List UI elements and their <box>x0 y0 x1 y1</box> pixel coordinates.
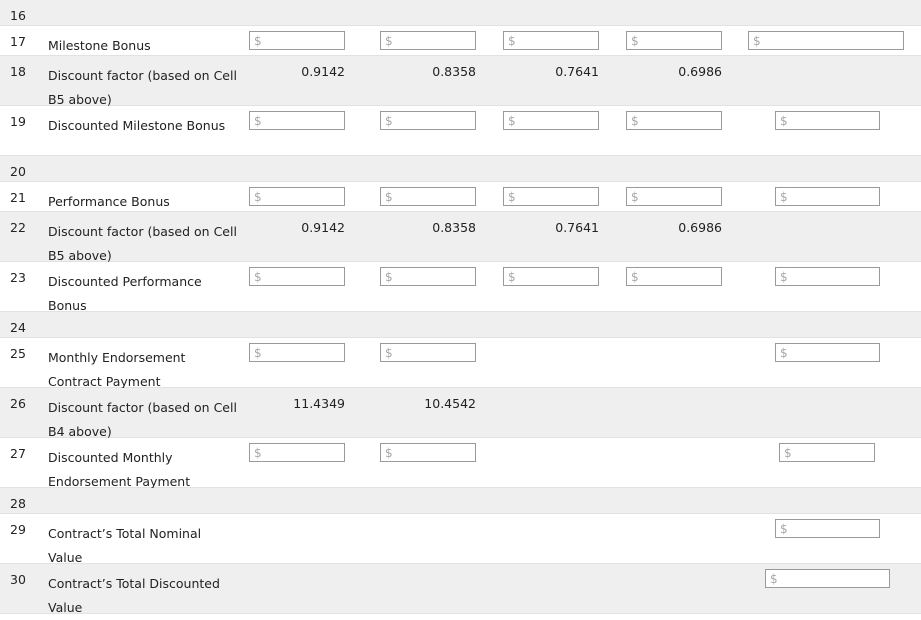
sheet-row: 21 Performance Bonus <box>0 182 921 212</box>
row-label: Discounted Monthly Endorsement Payment <box>48 450 191 489</box>
row-label: Performance Bonus <box>48 194 170 209</box>
sheet-row: 18 Discount factor (based on Cell B5 abov… <box>0 56 921 107</box>
currency-input[interactable] <box>503 187 599 206</box>
discount-factor-value: 0.6986 <box>678 220 722 235</box>
row-label: Discount factor (based on Cell B5 above) <box>48 224 237 263</box>
row-label: Contract’s Total Nominal Value <box>48 526 202 565</box>
sheet-row: 27 Discounted Monthly Endorsement Payment <box>0 438 921 489</box>
discount-factor-value: 0.7641 <box>555 64 599 79</box>
row-number: 27 <box>10 446 26 461</box>
row-label: Contract’s Total Discounted Value <box>48 576 220 615</box>
currency-input[interactable] <box>380 443 476 462</box>
currency-input[interactable] <box>380 31 476 50</box>
discount-factor-value: 0.9142 <box>301 220 345 235</box>
currency-input[interactable] <box>380 111 476 130</box>
row-label: Monthly Endorsement Contract Payment <box>48 350 186 389</box>
row-number: 17 <box>10 34 26 49</box>
sheet-row: 20 <box>0 156 921 182</box>
row-number: 16 <box>10 8 26 23</box>
currency-input[interactable] <box>249 267 345 286</box>
row-number: 20 <box>10 164 26 179</box>
currency-input[interactable] <box>775 111 880 130</box>
currency-input[interactable] <box>249 31 345 50</box>
discount-factor-value: 0.8358 <box>432 220 476 235</box>
currency-input[interactable] <box>775 187 880 206</box>
discount-factor-value: 11.4349 <box>293 396 345 411</box>
currency-input[interactable] <box>626 267 722 286</box>
sheet-row: 24 <box>0 312 921 338</box>
sheet-row: 16 <box>0 0 921 26</box>
currency-input[interactable] <box>249 187 345 206</box>
row-number: 30 <box>10 572 26 587</box>
row-number: 21 <box>10 190 26 205</box>
sheet-row: 28 <box>0 488 921 514</box>
currency-input[interactable] <box>775 267 880 286</box>
sheet-row: 22 Discount factor (based on Cell B5 abov… <box>0 212 921 263</box>
discount-factor-value: 10.4542 <box>424 396 476 411</box>
currency-input[interactable] <box>775 343 880 362</box>
row-number: 23 <box>10 270 26 285</box>
discount-factor-value: 0.9142 <box>301 64 345 79</box>
sheet-row: 23 Discounted Performance Bonus <box>0 262 921 313</box>
sheet-row: 17 Milestone Bonus <box>0 26 921 56</box>
discount-factor-value: 0.7641 <box>555 220 599 235</box>
currency-input[interactable] <box>249 111 345 130</box>
currency-input[interactable] <box>748 31 904 50</box>
row-label: Milestone Bonus <box>48 38 151 53</box>
row-number: 28 <box>10 496 26 511</box>
sheet-row: 29 Contract’s Total Nominal Value <box>0 514 921 565</box>
discount-factor-value: 0.8358 <box>432 64 476 79</box>
row-number: 24 <box>10 320 26 335</box>
row-number: 18 <box>10 64 26 79</box>
sheet-row: 25 Monthly Endorsement Contract Payment <box>0 338 921 389</box>
currency-input[interactable] <box>775 519 880 538</box>
currency-input[interactable] <box>380 343 476 362</box>
row-number: 29 <box>10 522 26 537</box>
row-label: Discounted Milestone Bonus <box>48 118 226 133</box>
row-number: 25 <box>10 346 26 361</box>
currency-input[interactable] <box>765 569 890 588</box>
discount-factor-value: 0.6986 <box>678 64 722 79</box>
row-number: 26 <box>10 396 26 411</box>
row-label: Discounted Performance Bonus <box>48 274 202 313</box>
currency-input[interactable] <box>503 31 599 50</box>
currency-input[interactable] <box>626 111 722 130</box>
spreadsheet-form: 16 17 Milestone Bonus 18 Discount factor (ba… <box>0 0 921 615</box>
currency-input[interactable] <box>626 31 722 50</box>
row-number: 19 <box>10 114 26 129</box>
row-label: Discount factor (based on Cell B5 above) <box>48 68 237 107</box>
currency-input[interactable] <box>380 267 476 286</box>
row-label: Discount factor (based on Cell B4 above) <box>48 400 237 439</box>
currency-input[interactable] <box>249 343 345 362</box>
currency-input[interactable] <box>626 187 722 206</box>
currency-input[interactable] <box>503 267 599 286</box>
currency-input[interactable] <box>380 187 476 206</box>
currency-input[interactable] <box>503 111 599 130</box>
sheet-row: 19 Discounted Milestone Bonus <box>0 106 921 156</box>
currency-input[interactable] <box>249 443 345 462</box>
row-number: 22 <box>10 220 26 235</box>
sheet-row: 26 Discount factor (based on Cell B4 abov… <box>0 388 921 439</box>
currency-input[interactable] <box>779 443 875 462</box>
